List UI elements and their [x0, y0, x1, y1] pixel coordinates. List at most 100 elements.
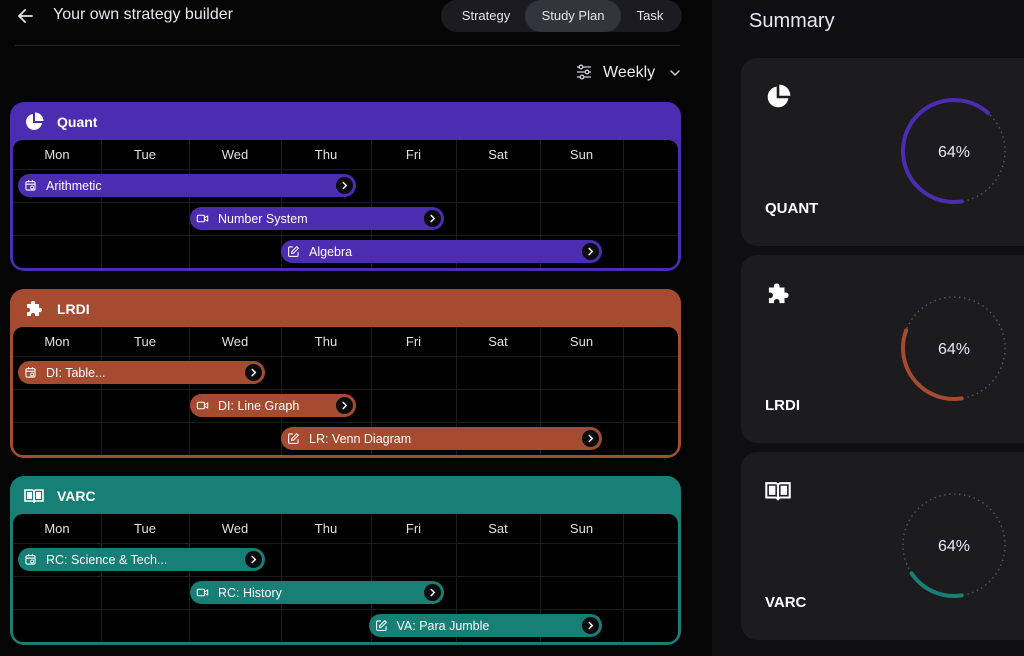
subject-block-quant: Quant Mon Tue Wed Thu Fri Sat Sun Arithmetic Numb… [10, 102, 681, 271]
grid-row-line [13, 609, 678, 610]
puzzle-icon [27, 300, 43, 316]
summary-card-name: LRDI [765, 397, 800, 414]
video-icon [196, 401, 209, 410]
header-divider [15, 45, 680, 46]
weekday-label: Fri [405, 147, 422, 162]
pie-chart-icon [26, 112, 44, 130]
weekday-label: Sat [488, 521, 508, 536]
subject-name: LRDI [57, 301, 90, 317]
period-dropdown[interactable]: Weekly [575, 60, 683, 86]
progress-percent: 64% [937, 341, 971, 358]
open-task-button[interactable] [581, 243, 599, 260]
weekday-label: Sat [488, 147, 508, 162]
weekday-label: Fri [405, 521, 422, 536]
week-grid: Mon Tue Wed Thu Fri Sat Sun DI: Table... DI: Lin… [13, 327, 678, 455]
study-plan-panel: Your own strategy builder Strategy Study… [0, 0, 712, 656]
open-task-button[interactable] [245, 364, 262, 381]
weekday-label: Wed [221, 521, 249, 536]
view-tabs: Strategy Study Plan Task [441, 0, 682, 32]
grid-row-line [13, 389, 678, 390]
weekday-label: Tue [134, 334, 156, 349]
tab-strategy[interactable]: Strategy [446, 0, 526, 32]
tab-task[interactable]: Task [621, 0, 679, 32]
grid-row-line [13, 422, 678, 423]
chevron-right-icon [587, 434, 593, 443]
progress-percent: 64% [937, 144, 971, 161]
task-bar[interactable]: LR: Venn Diagram [281, 427, 602, 450]
weekday-label: Thu [314, 334, 338, 349]
chevron-right-icon [429, 588, 435, 597]
week-grid: Mon Tue Wed Thu Fri Sat Sun Arithmetic Number Sy… [13, 140, 678, 268]
task-label: DI: Table... [46, 366, 106, 380]
video-icon [196, 214, 209, 223]
task-label: DI: Line Graph [218, 399, 300, 413]
weekday-label: Fri [405, 334, 422, 349]
task-bar[interactable]: Algebra [281, 240, 602, 263]
open-task-button[interactable] [423, 210, 441, 227]
puzzle-icon [768, 283, 789, 304]
chevron-right-icon [342, 401, 348, 410]
grid-row-line [13, 576, 678, 577]
weekday-label: Sun [569, 521, 594, 536]
filter-sliders-icon [577, 64, 591, 80]
summary-card-varc[interactable]: VARC 64% [741, 452, 1024, 640]
open-task-button[interactable] [581, 617, 599, 634]
subject-header: VARC [10, 476, 681, 514]
task-label: RC: History [218, 586, 282, 600]
subject-block-varc: VARC Mon Tue Wed Thu Fri Sat Sun RC: Science & T… [10, 476, 681, 645]
open-task-button[interactable] [336, 177, 353, 194]
weekday-header: Mon Tue Wed Thu Fri Sat Sun [13, 514, 678, 542]
weekday-label: Tue [134, 521, 156, 536]
chevron-right-icon [342, 181, 348, 190]
weekday-label: Sun [569, 147, 594, 162]
back-arrow-icon[interactable] [15, 5, 37, 27]
weekday-header: Mon Tue Wed Thu Fri Sat Sun [13, 327, 678, 355]
summary-card-name: VARC [765, 594, 807, 611]
task-bar[interactable]: DI: Line Graph [190, 394, 356, 417]
task-label: Algebra [309, 245, 353, 259]
summary-title: Summary [749, 10, 835, 32]
weekday-label: Mon [44, 521, 70, 536]
grid-row-line [13, 235, 678, 236]
task-bar[interactable]: RC: Science & Tech... [18, 548, 265, 571]
open-task-button[interactable] [245, 551, 262, 568]
progress-percent: 64% [937, 538, 971, 555]
open-task-button[interactable] [423, 584, 441, 601]
task-label: Number System [218, 212, 308, 226]
calendar-icon [25, 180, 36, 191]
weekday-label: Mon [44, 334, 70, 349]
task-bar[interactable]: Arithmetic [18, 174, 356, 197]
calendar-icon [25, 367, 36, 378]
task-label: LR: Venn Diagram [309, 432, 412, 446]
summary-card-quant[interactable]: QUANT 64% [741, 58, 1024, 246]
chevron-right-icon [587, 247, 593, 256]
weekday-label: Sat [488, 334, 508, 349]
open-task-button[interactable] [581, 430, 599, 447]
pie-chart-icon [767, 84, 791, 108]
tab-study-plan[interactable]: Study Plan [525, 0, 621, 32]
edit-icon [375, 620, 387, 631]
task-bar[interactable]: Number System [190, 207, 444, 230]
weekday-label: Wed [221, 334, 249, 349]
chevron-right-icon [429, 214, 435, 223]
subject-name: VARC [57, 488, 96, 504]
task-bar[interactable]: VA: Para Jumble [368, 614, 602, 637]
task-label: RC: Science & Tech... [46, 553, 168, 567]
calendar-icon [25, 554, 36, 565]
weekday-label: Tue [134, 147, 156, 162]
weekday-label: Mon [44, 147, 70, 162]
task-label: VA: Para Jumble [396, 619, 490, 633]
open-task-button[interactable] [336, 397, 353, 414]
grid-row-line [13, 543, 678, 544]
summary-card-lrdi[interactable]: LRDI 64% [741, 255, 1024, 443]
grid-row-line [13, 356, 678, 357]
video-icon [196, 588, 209, 597]
weekday-label: Thu [314, 521, 338, 536]
task-bar[interactable]: RC: History [190, 581, 444, 604]
weekday-label: Sun [569, 334, 594, 349]
weekday-label: Thu [314, 147, 338, 162]
subject-block-lrdi: LRDI Mon Tue Wed Thu Fri Sat Sun DI: Table... DI:… [10, 289, 681, 458]
edit-icon [288, 246, 299, 257]
task-bar[interactable]: DI: Table... [18, 361, 265, 384]
week-grid: Mon Tue Wed Thu Fri Sat Sun RC: Science & Tech.… [13, 514, 678, 642]
